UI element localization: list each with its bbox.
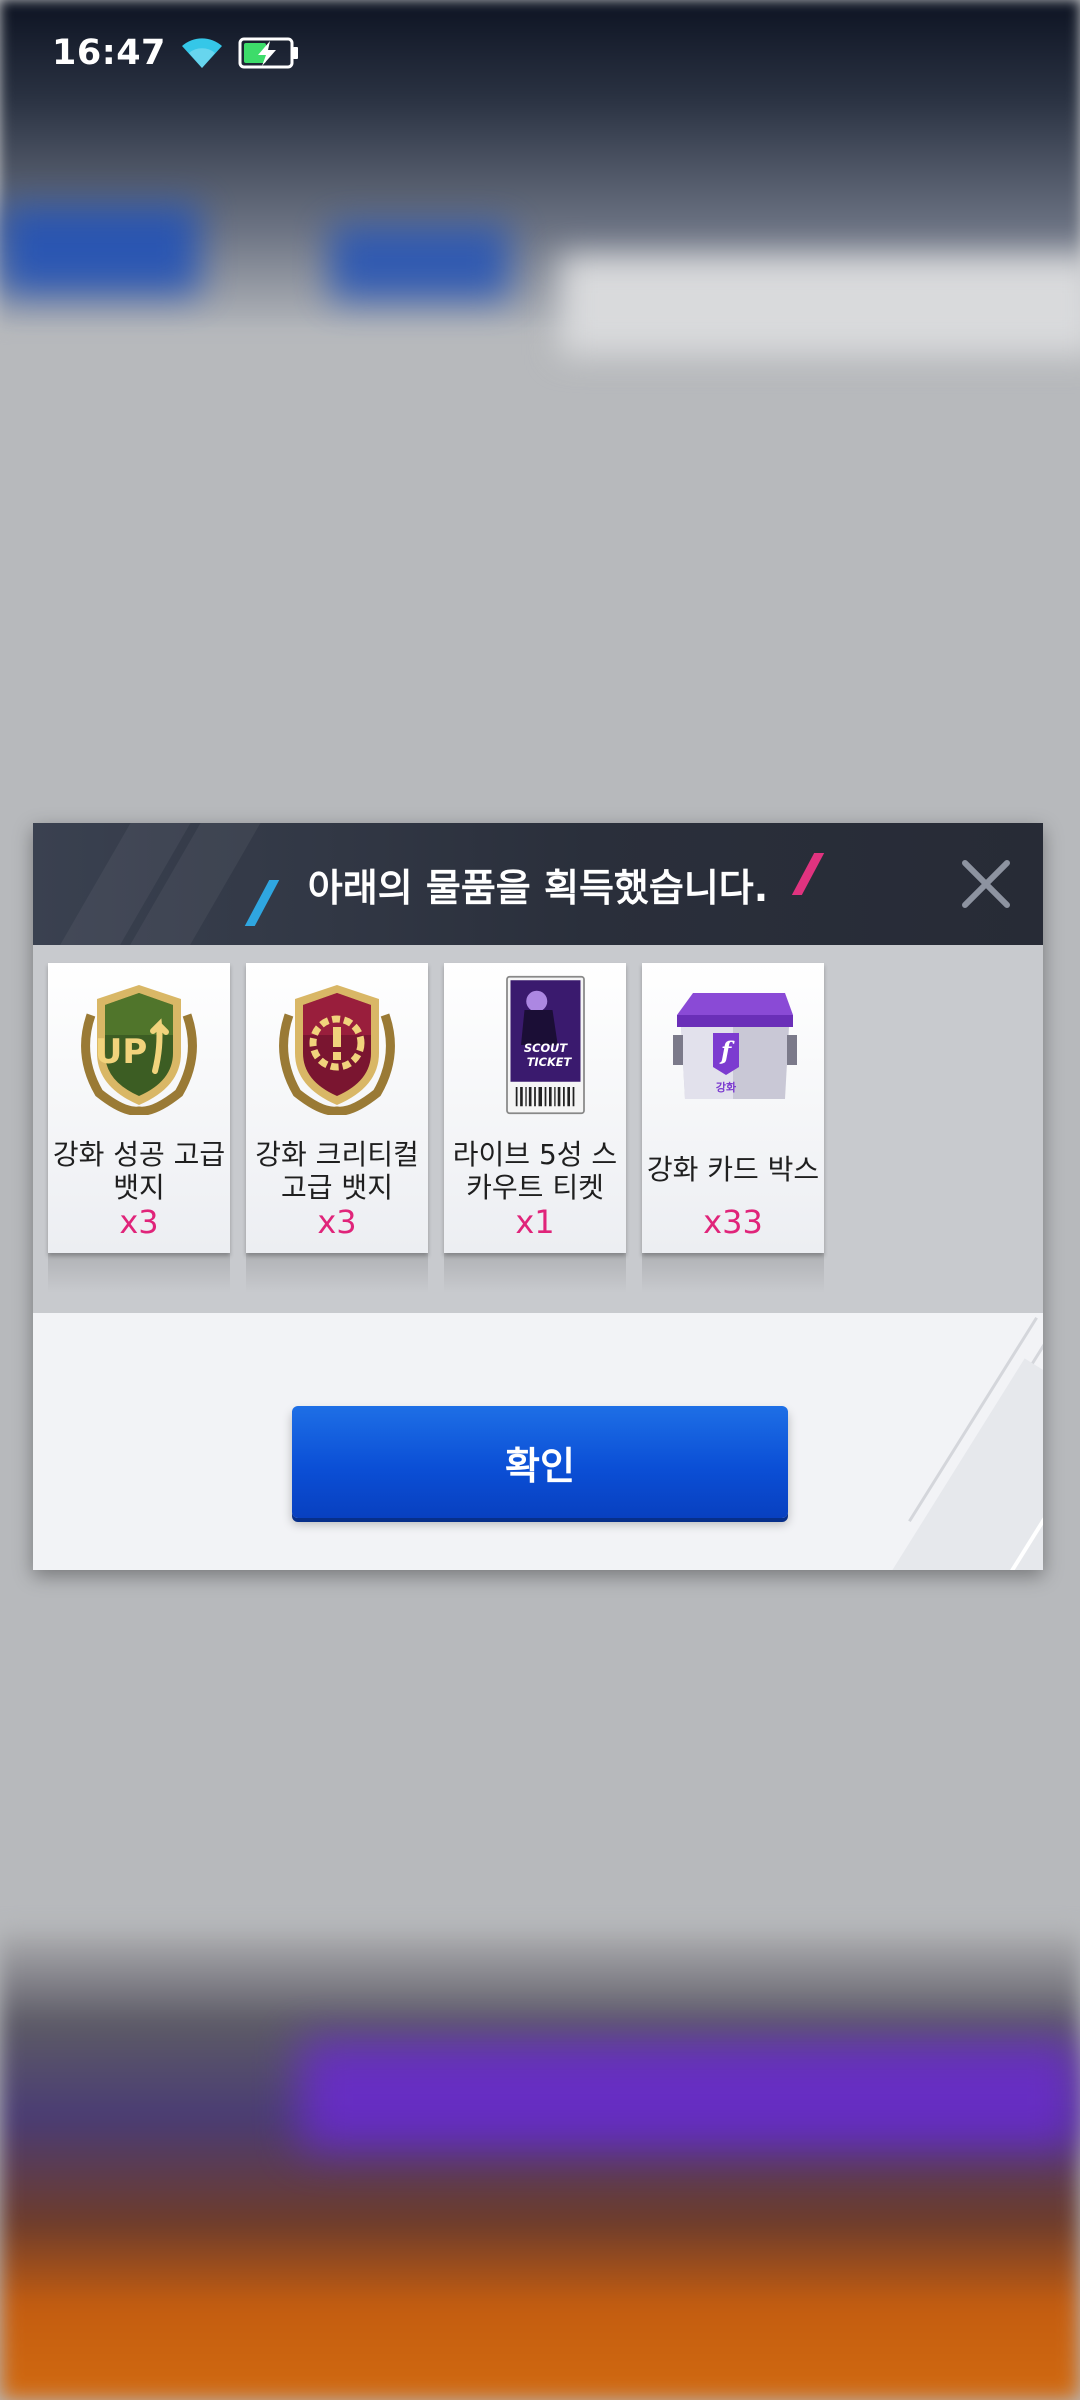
ticket-text-ticket: TICKET [527, 1055, 573, 1069]
item-name: 강화 카드 박스 [646, 1153, 820, 1186]
item-quantity: x33 [703, 1203, 763, 1241]
reward-dialog: 아래의 물품을 획득했습니다. UP 강화 성공 고급 뱃지 x3 강화 크리티… [33, 823, 1043, 1570]
item-name: 라이브 5성 스카우트 티켓 [452, 1138, 618, 1204]
close-icon [962, 860, 1010, 908]
wifi-icon [180, 36, 224, 70]
dialog-header: 아래의 물품을 획득했습니다. [33, 823, 1043, 945]
reward-item[interactable]: 강화 크리티컬 고급 뱃지 x3 [246, 963, 428, 1293]
item-quantity: x3 [119, 1203, 159, 1241]
reward-item[interactable]: SCOUT TICKET 라이브 5성 스카우트 티켓 x1 [444, 963, 626, 1293]
upgrade-critical-badge-icon [279, 985, 395, 1115]
battery-charging-icon [238, 36, 300, 70]
reward-items-area: UP 강화 성공 고급 뱃지 x3 강화 크리티컬 고급 뱃지 x3 SCOUT… [33, 945, 1043, 1313]
close-button[interactable] [959, 857, 1013, 911]
item-name: 강화 크리티컬 고급 뱃지 [255, 1138, 419, 1204]
status-bar: 16:47 [52, 28, 300, 78]
item-quantity: x1 [515, 1203, 555, 1241]
confirm-button[interactable]: 확인 [292, 1406, 788, 1518]
svg-text:UP: UP [95, 1032, 148, 1072]
dialog-title: 아래의 물품을 획득했습니다. [307, 865, 769, 910]
ticket-text-scout: SCOUT [524, 1041, 568, 1055]
item-name: 강화 성공 고급 뱃지 [52, 1138, 226, 1204]
status-time: 16:47 [52, 33, 166, 73]
item-quantity: x3 [317, 1203, 357, 1241]
upgrade-card-box-icon: f 강화 [673, 993, 797, 1099]
box-label: 강화 [716, 1080, 736, 1094]
dialog-footer: 확인 [33, 1313, 1043, 1570]
upgrade-success-badge-icon: UP [81, 985, 197, 1115]
reward-item[interactable]: UP 강화 성공 고급 뱃지 x3 [48, 963, 230, 1293]
reward-item[interactable]: f 강화 강화 카드 박스 x33 [642, 963, 824, 1293]
scout-ticket-icon: SCOUT TICKET [506, 975, 585, 1115]
